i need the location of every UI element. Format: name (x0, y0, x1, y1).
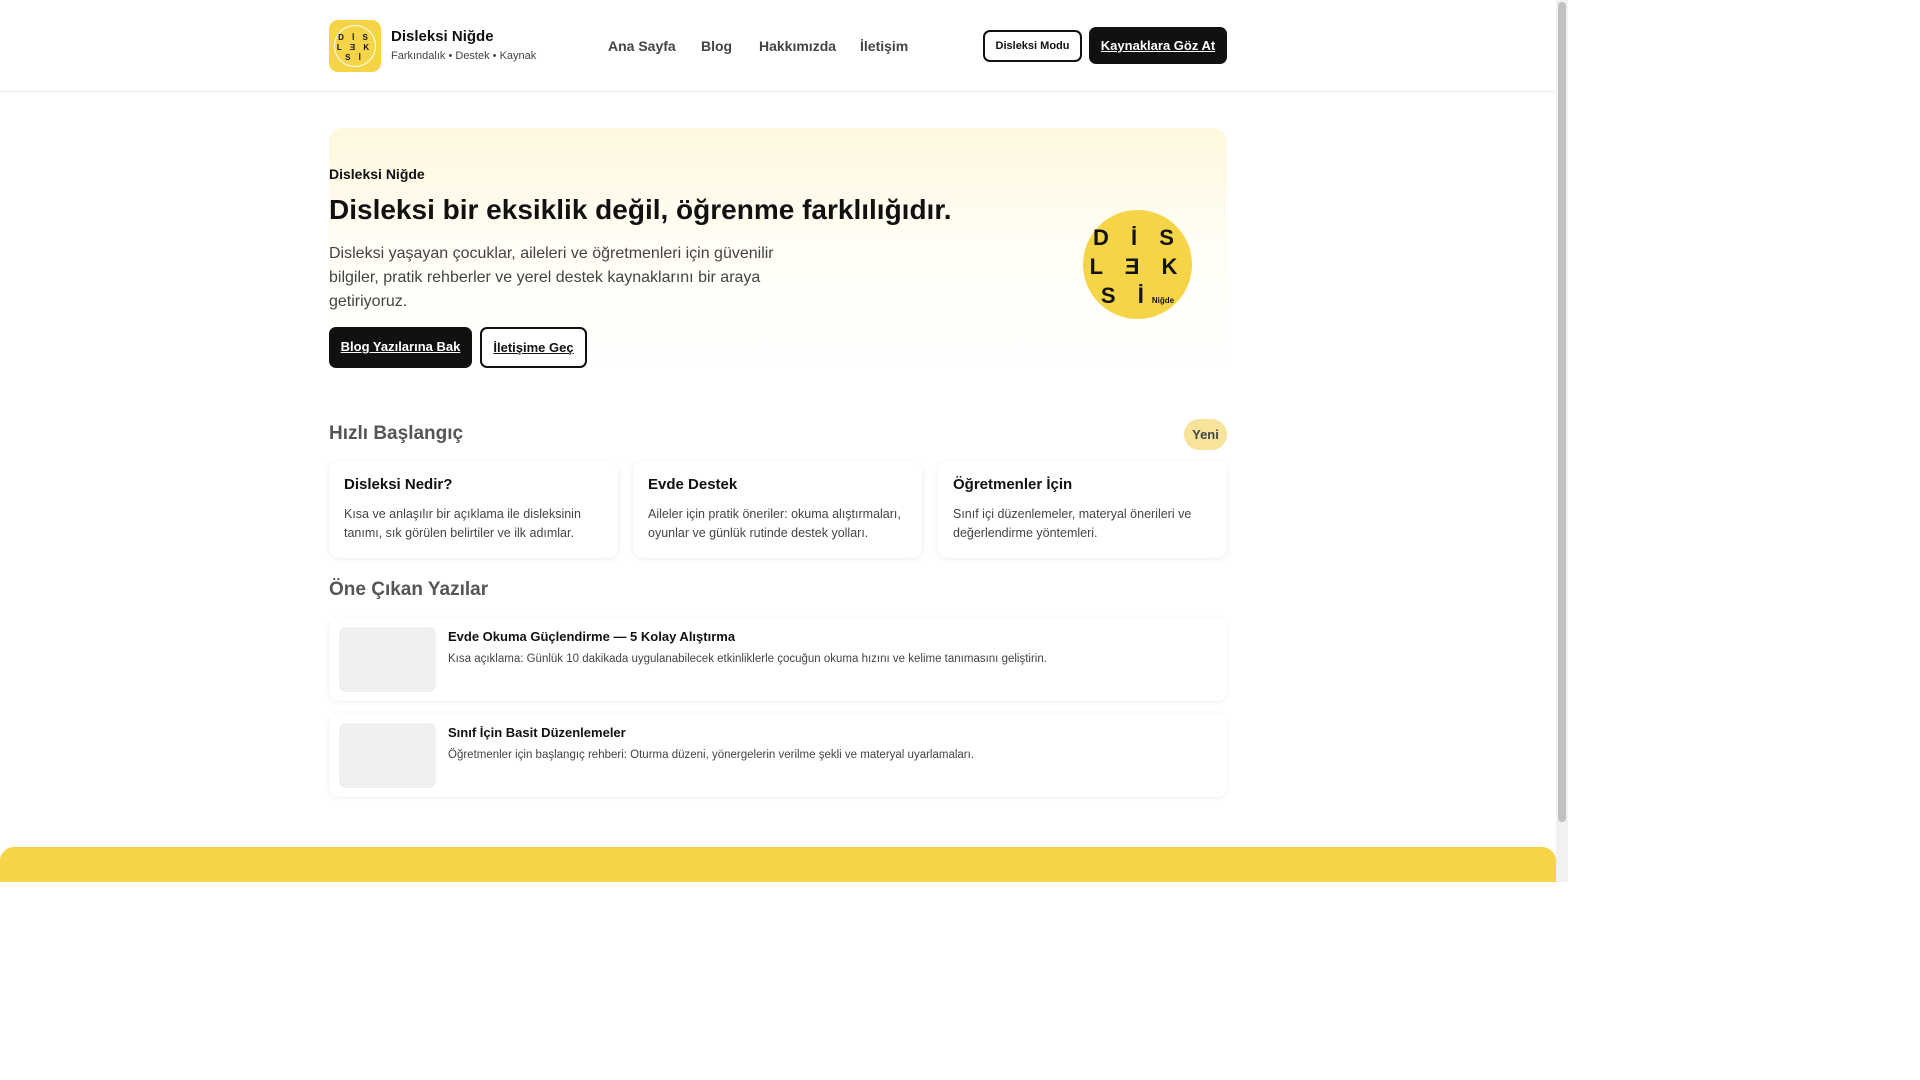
card-text: Kısa ve anlaşılır bir açıklama ile disle… (344, 507, 581, 540)
card-title: Öğretmenler İçin (953, 476, 1073, 493)
page: D İ S L Ǝ K S İ Disleksi Niğde Farkındal… (0, 0, 1556, 882)
site-logo[interactable]: D İ S L Ǝ K S İ (329, 20, 381, 72)
post-item[interactable]: Sınıf İçin Basit Düzenlemeler Öğretmenle… (329, 713, 1227, 797)
featured-posts-title: Öne Çıkan Yazılar (329, 579, 489, 600)
dyslexia-mode-button[interactable]: Disleksi Modu (983, 30, 1082, 62)
quick-start-title: Hızlı Başlangıç (329, 423, 464, 444)
card-text: Aileler için pratik öneriler: okuma alış… (648, 507, 901, 540)
post-excerpt: Öğretmenler için başlangıç rehberi: Otur… (448, 749, 975, 761)
hero-title: Disleksi bir eksiklik değil, öğrenme far… (329, 194, 952, 225)
logo-letters: D İ S L Ǝ K S İ (336, 33, 373, 62)
card-home-support[interactable]: Evde Destek Aileler için pratik öneriler… (633, 461, 922, 558)
logo-badge-icon: D İ S L Ǝ K S İ (334, 25, 376, 67)
brand-title[interactable]: Disleksi Niğde (391, 28, 494, 45)
post-excerpt: Kısa açıklama: Günlük 10 dakikada uygula… (448, 653, 1047, 665)
card-title: Disleksi Nedir? (344, 476, 453, 493)
card-title: Evde Destek (648, 476, 738, 493)
nav-home[interactable]: Ana Sayfa (608, 38, 676, 54)
blog-posts-button[interactable]: Blog Yazılarına Bak (329, 327, 472, 368)
hero-description: Disleksi yaşayan çocuklar, aileleri ve ö… (329, 245, 774, 310)
contact-button[interactable]: İletişime Geç (480, 327, 587, 368)
hero-kicker: Disleksi Niğde (329, 166, 425, 182)
browse-resources-button[interactable]: Kaynaklara Göz At (1089, 27, 1227, 64)
hero-logo-icon: D İ S L Ǝ K S İNiğde (1083, 210, 1192, 319)
nav-about[interactable]: Hakkımızda (759, 38, 836, 54)
new-badge: Yeni (1184, 419, 1227, 450)
card-for-teachers[interactable]: Öğretmenler İçin Sınıf içi düzenlemeler,… (938, 461, 1227, 558)
hero-section: Disleksi Niğde Disleksi bir eksiklik değ… (329, 128, 1227, 388)
hero-logo-letters: D İ S L Ǝ K S İNiğde (1089, 225, 1186, 308)
vertical-scrollbar[interactable] (1556, 0, 1568, 882)
post-title[interactable]: Sınıf İçin Basit Düzenlemeler (448, 725, 626, 740)
post-title[interactable]: Evde Okuma Güçlendirme — 5 Kolay Alıştır… (448, 629, 735, 644)
post-thumbnail (339, 723, 436, 788)
site-header: D İ S L Ǝ K S İ Disleksi Niğde Farkındal… (0, 0, 1556, 92)
card-text: Sınıf içi düzenlemeler, materyal önerile… (953, 507, 1192, 540)
post-thumbnail (339, 627, 436, 692)
card-what-is-dyslexia[interactable]: Disleksi Nedir? Kısa ve anlaşılır bir aç… (329, 461, 618, 558)
scrollbar-thumb[interactable] (1558, 2, 1566, 822)
footer-band (0, 847, 1556, 882)
nav-contact[interactable]: İletişim (860, 38, 908, 54)
brand-subtitle: Farkındalık • Destek • Kaynak (391, 50, 537, 62)
nav-blog[interactable]: Blog (701, 38, 732, 54)
post-item[interactable]: Evde Okuma Güçlendirme — 5 Kolay Alıştır… (329, 617, 1227, 701)
